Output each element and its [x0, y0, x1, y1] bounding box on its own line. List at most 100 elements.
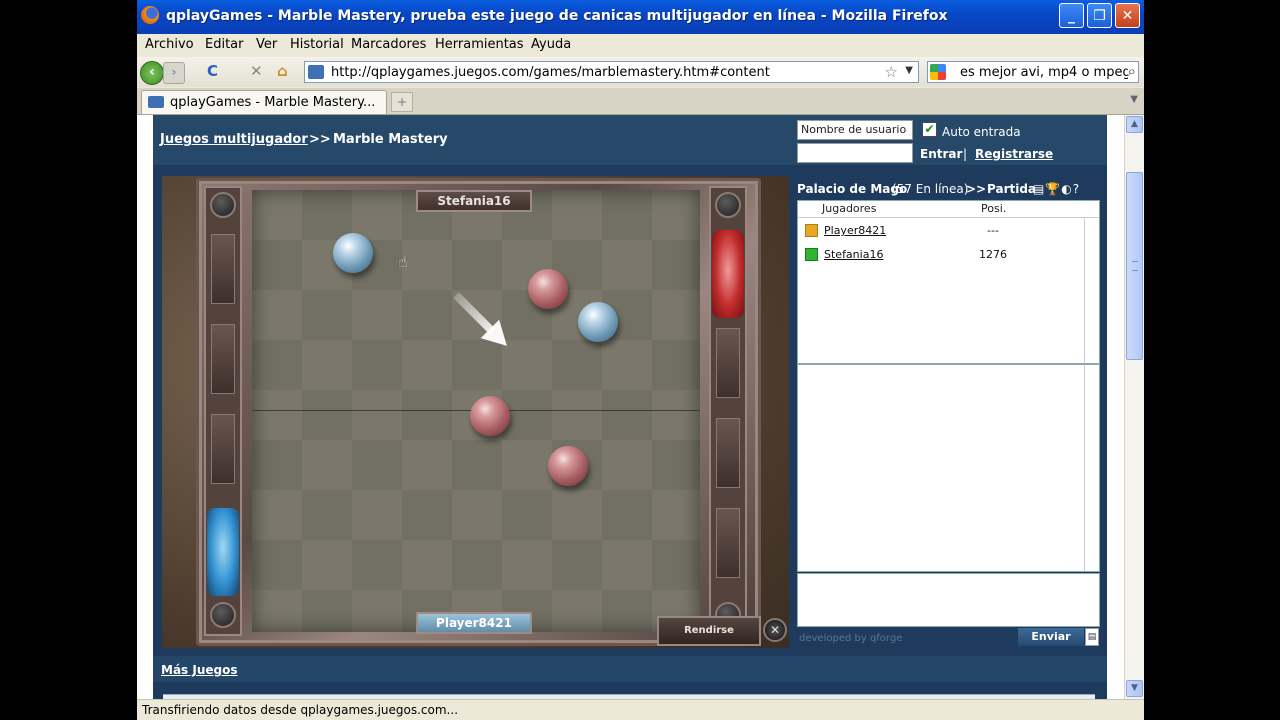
- url-dropdown-icon[interactable]: ▼: [905, 65, 913, 76]
- search-input[interactable]: es mejor avi, mp4 o mpeg: [960, 65, 1131, 80]
- room-header: Palacio de Mago (57 En línea) >> Partida…: [797, 182, 1101, 198]
- pink-marble: [528, 269, 568, 309]
- player-row[interactable]: Stefania16 1276: [798, 245, 1099, 267]
- left-top-orb-icon: [210, 192, 236, 218]
- bookmark-star-icon[interactable]: ☆: [885, 63, 898, 81]
- send-button[interactable]: Enviar: [1018, 628, 1084, 646]
- forward-button[interactable]: ›: [163, 62, 185, 84]
- browser-window: qplayGames - Marble Mastery, prueba este…: [137, 0, 1144, 720]
- scroll-up-button[interactable]: ▲: [1126, 116, 1143, 133]
- developer-credit: developed by qforge: [799, 633, 903, 644]
- stop-icon[interactable]: ✕: [250, 62, 263, 80]
- scroll-down-button[interactable]: ▼: [1126, 680, 1143, 697]
- player-list: Jugadores Posi. Player8421 --- Stefania1…: [797, 200, 1100, 364]
- menu-historial[interactable]: Historial: [290, 37, 344, 52]
- auto-login-checkbox[interactable]: ✔: [922, 122, 937, 137]
- window-title: qplayGames - Marble Mastery, prueba este…: [166, 8, 948, 24]
- player-color-swatch: [805, 248, 818, 261]
- player-name[interactable]: Player8421: [824, 224, 886, 237]
- blue-marble[interactable]: [578, 302, 618, 342]
- site-favicon-icon: [308, 65, 324, 79]
- menu-ver[interactable]: Ver: [256, 37, 277, 52]
- home-icon[interactable]: ⌂: [277, 62, 288, 80]
- send-options-icon[interactable]: ▤: [1085, 628, 1099, 646]
- reload-icon[interactable]: C: [207, 62, 218, 80]
- close-button[interactable]: ✕: [1115, 3, 1140, 28]
- right-slot: [716, 508, 740, 578]
- menu-herramientas[interactable]: Herramientas: [435, 37, 524, 52]
- breadcrumb-separator: >>: [309, 132, 331, 147]
- scroll-thumb[interactable]: [1126, 172, 1143, 360]
- right-top-orb-icon: [715, 192, 741, 218]
- tab-list-icon[interactable]: ▼: [1130, 94, 1138, 105]
- page-content: Juegos multijugador >> Marble Mastery No…: [137, 115, 1124, 699]
- blue-marble[interactable]: [333, 233, 373, 273]
- pink-marble: [548, 446, 588, 486]
- google-engine-icon[interactable]: [930, 64, 946, 80]
- breadcrumb-multiplayer-link[interactable]: Juegos multijugador: [160, 132, 308, 147]
- firefox-icon: [141, 6, 159, 24]
- chat-log: [797, 364, 1100, 572]
- navigation-toolbar: ‹ › C ✕ ⌂ http://qplaygames.juegos.com/g…: [137, 57, 1144, 87]
- player-name[interactable]: Stefania16: [824, 248, 883, 261]
- register-link[interactable]: Registrarse: [975, 147, 1053, 161]
- col-position: Posi.: [981, 202, 1007, 215]
- login-separator: |: [963, 147, 968, 161]
- breadcrumb-current: Marble Mastery: [333, 132, 448, 147]
- status-text: Transfiriendo datos desde qplaygames.jue…: [142, 703, 459, 717]
- tab-favicon-icon: [148, 96, 164, 108]
- right-slot: [716, 328, 740, 398]
- maximize-button[interactable]: ❐: [1087, 3, 1112, 28]
- player-position: 1276: [979, 248, 1007, 261]
- red-goal-gem-icon: [712, 230, 744, 318]
- search-bar[interactable]: es mejor avi, mp4 o mpeg ⌕: [927, 61, 1139, 83]
- game-board[interactable]: [252, 190, 700, 632]
- url-text[interactable]: http://qplaygames.juegos.com/games/marbl…: [331, 65, 770, 80]
- surrender-button[interactable]: Rendirse: [657, 616, 761, 646]
- password-field[interactable]: [797, 143, 913, 163]
- bottom-player-plate: Player8421: [416, 612, 532, 634]
- status-bar: Transfiriendo datos desde qplaygames.jue…: [137, 699, 1144, 720]
- tab-label: qplayGames - Marble Mastery...: [170, 95, 376, 110]
- mouse-cursor-icon: ☝: [398, 252, 408, 271]
- col-players: Jugadores: [822, 202, 877, 215]
- username-field[interactable]: Nombre de usuario: [797, 120, 913, 140]
- chat-input[interactable]: [797, 573, 1100, 627]
- menu-ayuda[interactable]: Ayuda: [531, 37, 571, 52]
- room-separator: >>: [966, 182, 987, 196]
- tools-icon[interactable]: ✕: [763, 618, 787, 642]
- back-button[interactable]: ‹: [140, 61, 164, 85]
- tab-bar: qplayGames - Marble Mastery... + ▼: [137, 88, 1144, 115]
- left-gutter: [204, 186, 242, 636]
- player-row[interactable]: Player8421 ---: [798, 221, 1099, 243]
- left-slot: [211, 414, 235, 484]
- vertical-scrollbar[interactable]: ▲ ▼: [1124, 115, 1144, 699]
- login-button[interactable]: Entrar: [920, 147, 962, 161]
- top-player-plate: Stefania16: [416, 190, 532, 212]
- more-games-link[interactable]: Más Juegos: [161, 663, 237, 677]
- menu-marcadores[interactable]: Marcadores: [351, 37, 426, 52]
- chat-scroll-divider: [1084, 365, 1085, 571]
- game-area[interactable]: Stefania16 Player8421 Rendirse ✕: [162, 176, 789, 648]
- menu-archivo[interactable]: Archivo: [145, 37, 194, 52]
- title-bar[interactable]: qplayGames - Marble Mastery, prueba este…: [137, 0, 1144, 34]
- footer-bar: [153, 656, 1107, 682]
- room-toolbar-icons[interactable]: ▤🏆◐?: [1033, 182, 1080, 196]
- pink-marble: [470, 396, 510, 436]
- address-bar[interactable]: http://qplaygames.juegos.com/games/marbl…: [304, 61, 919, 83]
- left-bottom-orb-icon: [210, 602, 236, 628]
- online-count: (57 En línea): [892, 182, 969, 196]
- magnifier-icon[interactable]: ⌕: [1127, 62, 1136, 80]
- view-label: Partida: [987, 182, 1037, 196]
- player-position: ---: [987, 224, 999, 237]
- player-color-swatch: [805, 224, 818, 237]
- right-slot: [716, 418, 740, 488]
- player-list-scroll-divider: [1084, 218, 1085, 363]
- player-list-header: Jugadores Posi.: [798, 201, 1099, 218]
- menu-editar[interactable]: Editar: [205, 37, 244, 52]
- aim-arrow-icon: [453, 292, 517, 356]
- tab-marble-mastery[interactable]: qplayGames - Marble Mastery...: [141, 90, 387, 114]
- room-name[interactable]: Palacio de Mago: [797, 182, 907, 196]
- new-tab-button[interactable]: +: [391, 92, 413, 112]
- minimize-button[interactable]: _: [1059, 3, 1084, 28]
